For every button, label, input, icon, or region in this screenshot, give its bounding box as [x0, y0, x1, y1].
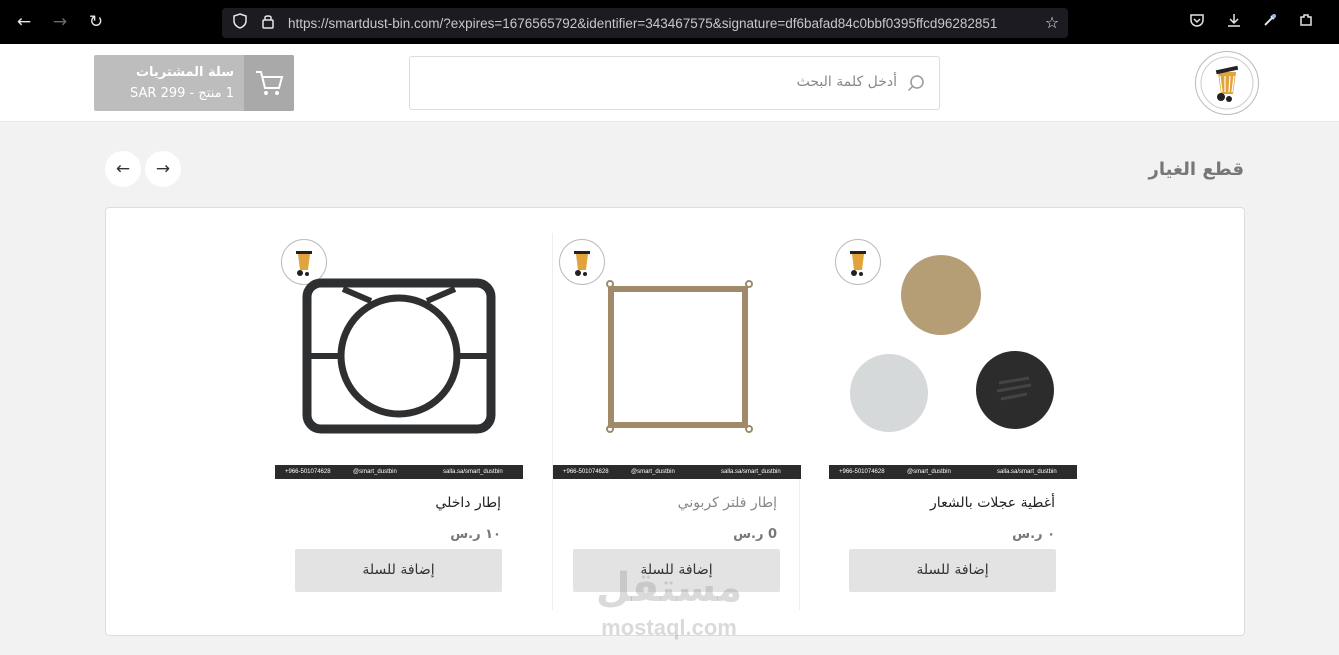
contact-instagram: @smart_dustbin	[631, 469, 675, 475]
add-to-cart-button[interactable]: إضافة للسلة	[295, 549, 502, 592]
download-icon[interactable]	[1224, 12, 1244, 32]
cart-summary: 1 منتج - SAR 299	[130, 86, 234, 101]
lock-icon[interactable]	[258, 13, 278, 33]
contact-phone: +966-501074628	[285, 469, 331, 475]
search-icon	[907, 75, 924, 92]
search-input[interactable]: أدخل كلمة البحث	[409, 56, 940, 110]
products-carousel: +966-501074628 @smart_dustbin salla.sa/s…	[105, 207, 1245, 636]
bookmark-star-icon[interactable]: ☆	[1042, 13, 1062, 33]
search-placeholder: أدخل كلمة البحث	[796, 74, 897, 90]
back-icon[interactable]: ←	[14, 12, 34, 32]
contact-phone: +966-501074628	[563, 469, 609, 475]
product-price: ٠ ر.س	[1012, 527, 1055, 542]
cart-icon	[244, 55, 294, 111]
forward-icon[interactable]: →	[50, 12, 70, 32]
product-image[interactable]: +966-501074628 @smart_dustbin salla.sa/s…	[829, 233, 1077, 479]
site-header: أدخل كلمة البحث سلة المشتريات 1 منتج - S…	[0, 44, 1339, 122]
product-name[interactable]: إطار داخلي	[435, 495, 501, 511]
pocket-icon[interactable]	[1187, 12, 1207, 32]
contact-store: salla.sa/smart_dustbin	[721, 469, 781, 475]
slider-next-button[interactable]: →	[145, 151, 181, 187]
product-price: ١٠ ر.س	[450, 527, 501, 542]
url-text[interactable]: https://smartdust-bin.com/?expires=16765…	[288, 15, 1038, 33]
contact-store: salla.sa/smart_dustbin	[443, 469, 503, 475]
shield-icon[interactable]	[230, 13, 250, 33]
contact-instagram: @smart_dustbin	[353, 469, 397, 475]
product-name[interactable]: أغطية عجلات بالشعار	[930, 495, 1055, 511]
product-name[interactable]: إطار فلتر كربوني	[678, 495, 777, 511]
slider-prev-button[interactable]: ←	[105, 151, 141, 187]
contact-bar: +966-501074628 @smart_dustbin salla.sa/s…	[553, 465, 801, 479]
cart-button[interactable]: سلة المشتريات 1 منتج - SAR 299	[94, 55, 294, 111]
eyedropper-icon[interactable]	[1260, 12, 1280, 32]
browser-toolbar: ← → ↻ https://smartdust-bin.com/?expires…	[0, 0, 1339, 44]
contact-instagram: @smart_dustbin	[907, 469, 951, 475]
add-to-cart-button[interactable]: إضافة للسلة	[573, 549, 780, 592]
product-price: 0 ر.س	[733, 527, 777, 542]
product-image[interactable]: +966-501074628 @smart_dustbin salla.sa/s…	[553, 233, 801, 479]
product-card[interactable]: +966-501074628 @smart_dustbin salla.sa/s…	[829, 233, 1077, 610]
product-image[interactable]: +966-501074628 @smart_dustbin salla.sa/s…	[275, 233, 523, 479]
contact-bar: +966-501074628 @smart_dustbin salla.sa/s…	[829, 465, 1077, 479]
product-card[interactable]: +966-501074628 @smart_dustbin salla.sa/s…	[275, 233, 523, 610]
add-to-cart-button[interactable]: إضافة للسلة	[849, 549, 1056, 592]
section-title: قطع الغيار	[1148, 159, 1244, 180]
reload-icon[interactable]: ↻	[86, 12, 106, 32]
contact-bar: +966-501074628 @smart_dustbin salla.sa/s…	[275, 465, 523, 479]
extensions-icon[interactable]	[1296, 12, 1316, 32]
contact-store: salla.sa/smart_dustbin	[997, 469, 1057, 475]
product-card[interactable]: +966-501074628 @smart_dustbin salla.sa/s…	[552, 233, 801, 610]
cart-title: سلة المشتريات	[135, 65, 234, 80]
contact-phone: +966-501074628	[839, 469, 885, 475]
store-logo[interactable]	[1195, 51, 1259, 115]
address-bar[interactable]: https://smartdust-bin.com/?expires=16765…	[222, 8, 1068, 38]
